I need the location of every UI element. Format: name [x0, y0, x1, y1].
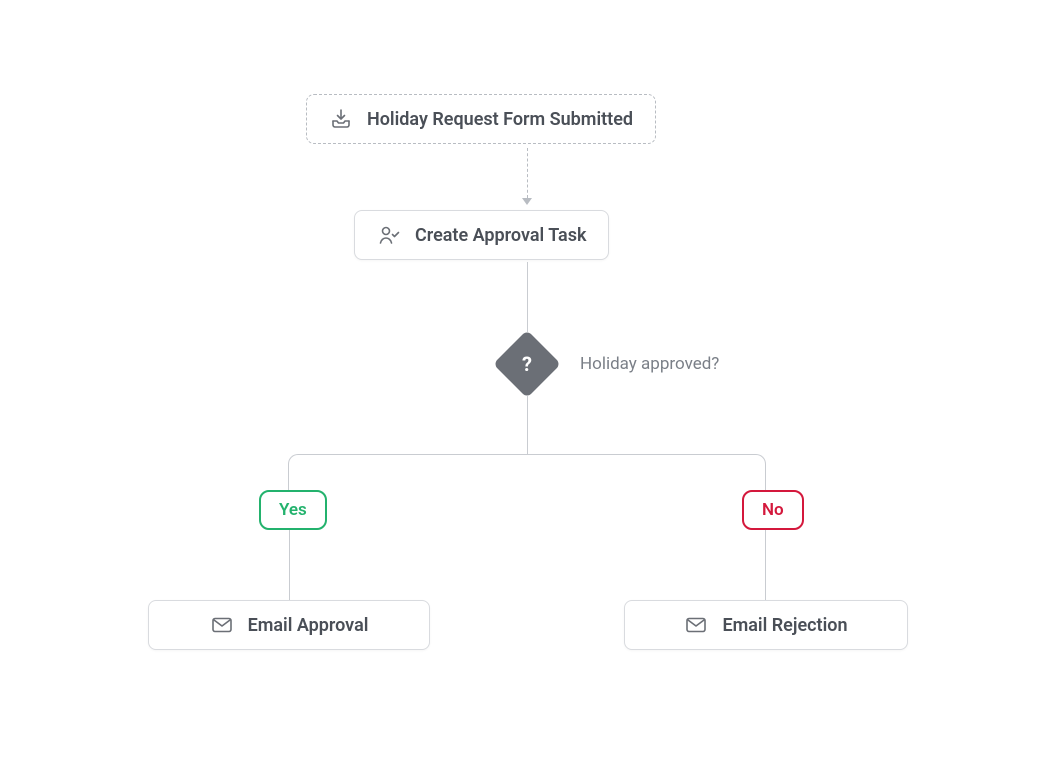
flowchart-canvas: Holiday Request Form Submitted Create Ap…: [0, 0, 1056, 764]
branch-yes[interactable]: Yes: [259, 490, 327, 530]
branch-yes-label: Yes: [279, 500, 307, 520]
connector: [527, 262, 528, 332]
connector: [765, 530, 766, 600]
question-mark-icon: ?: [522, 352, 532, 376]
inbox-download-icon: [329, 107, 353, 131]
branch-split: [288, 454, 766, 490]
action-label: Create Approval Task: [415, 225, 586, 246]
envelope-icon: [684, 613, 708, 637]
decision-node[interactable]: ?: [495, 332, 559, 396]
email-rejection-label: Email Rejection: [722, 615, 847, 636]
connector-dashed: [527, 148, 528, 198]
trigger-node[interactable]: Holiday Request Form Submitted: [306, 94, 656, 144]
user-check-icon: [377, 223, 401, 247]
arrowhead-icon: [522, 198, 532, 205]
action-email-approval[interactable]: Email Approval: [148, 600, 430, 650]
email-approval-label: Email Approval: [248, 615, 369, 636]
action-create-approval-task[interactable]: Create Approval Task: [354, 210, 609, 260]
trigger-label: Holiday Request Form Submitted: [367, 109, 633, 130]
action-email-rejection[interactable]: Email Rejection: [624, 600, 908, 650]
branch-no[interactable]: No: [742, 490, 804, 530]
decision-label: Holiday approved?: [580, 354, 719, 374]
connector: [527, 396, 528, 454]
envelope-icon: [210, 613, 234, 637]
connector: [289, 530, 290, 600]
branch-no-label: No: [762, 500, 784, 520]
